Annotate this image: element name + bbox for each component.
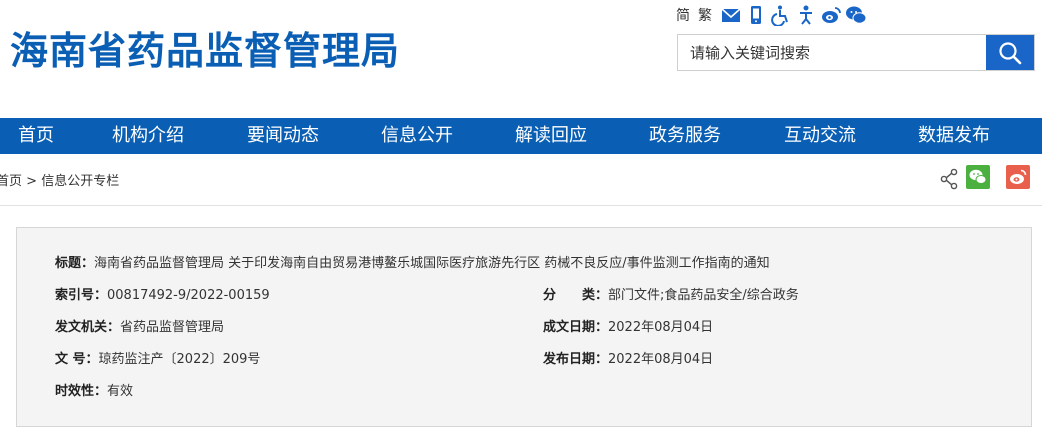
index-label: 索引号： xyxy=(55,288,108,303)
validity-label: 时效性： xyxy=(55,384,108,399)
weibo-icon[interactable] xyxy=(820,4,842,26)
nav-item-home[interactable]: 首页 xyxy=(18,118,54,154)
info-published-row: 发布日期：2022年08月04日 xyxy=(543,348,713,367)
nav-item-about[interactable]: 机构介绍 xyxy=(112,118,184,154)
nav-item-news[interactable]: 要闻动态 xyxy=(247,118,319,154)
category-label: 分 类： xyxy=(543,288,609,303)
breadcrumb-current-link[interactable]: 信息公开专栏 xyxy=(41,174,119,189)
breadcrumb-bar: 首页 > 信息公开专栏 xyxy=(0,160,1042,200)
index-value: 00817492-9/2022-00159 xyxy=(107,288,270,303)
nav-item-interpretation[interactable]: 解读回应 xyxy=(515,118,587,154)
lang-simplified-link[interactable]: 简 xyxy=(676,5,690,25)
search-input[interactable] xyxy=(678,35,986,70)
mail-icon[interactable] xyxy=(720,4,742,26)
site-title[interactable]: 海南省药品监督管理局 xyxy=(10,20,400,75)
top-toolbar: 简 繁 xyxy=(676,2,870,28)
search-button[interactable] xyxy=(986,35,1034,70)
lang-traditional-link[interactable]: 繁 xyxy=(698,5,712,25)
doc-number-label: 文 号： xyxy=(55,352,99,367)
wechat-icon[interactable] xyxy=(845,4,867,26)
share-weibo-icon[interactable] xyxy=(1006,165,1030,189)
issuer-value: 省药品监督管理局 xyxy=(120,320,225,335)
nav-item-disclosure[interactable]: 信息公开 xyxy=(381,118,453,154)
title-value: 海南省药品监督管理局 关于印发海南自由贸易港博鳌乐城国际医疗旅游先行区 药械不良… xyxy=(94,256,770,271)
main-nav: 首页 机构介绍 要闻动态 信息公开 解读回应 政务服务 互动交流 数据发布 xyxy=(0,118,1042,154)
created-date-label: 成文日期： xyxy=(543,320,609,335)
issuer-label: 发文机关： xyxy=(55,320,121,335)
title-label: 标题： xyxy=(55,256,95,271)
info-title-row: 标题：海南省药品监督管理局 关于印发海南自由贸易港博鳌乐城国际医疗旅游先行区 药… xyxy=(55,252,770,271)
header: 海南省药品监督管理局 简 繁 xyxy=(0,0,1042,118)
search-icon xyxy=(997,40,1023,66)
breadcrumb-home-link[interactable]: 首页 xyxy=(0,174,22,189)
nav-item-interaction[interactable]: 互动交流 xyxy=(784,118,856,154)
category-value: 部门文件;食品药品安全/综合政务 xyxy=(608,288,799,303)
accessibility-icon[interactable] xyxy=(770,4,792,26)
info-created-row: 成文日期：2022年08月04日 xyxy=(543,316,713,335)
validity-value: 有效 xyxy=(107,384,134,399)
nav-item-data[interactable]: 数据发布 xyxy=(918,118,990,154)
share-wechat-icon[interactable] xyxy=(966,165,990,189)
info-validity-row: 时效性：有效 xyxy=(55,380,133,399)
share-icon[interactable] xyxy=(938,167,960,191)
breadcrumb-separator: > xyxy=(26,174,38,189)
info-docno-row: 文 号：琼药监注产〔2022〕209号 xyxy=(55,348,260,367)
mobile-icon[interactable] xyxy=(745,4,767,26)
info-issuer-row: 发文机关：省药品监督管理局 xyxy=(55,316,224,335)
published-date-value: 2022年08月04日 xyxy=(608,352,714,367)
breadcrumb: 首页 > 信息公开专栏 xyxy=(0,170,119,189)
nav-item-services[interactable]: 政务服务 xyxy=(649,118,721,154)
doc-number-value: 琼药监注产〔2022〕209号 xyxy=(98,352,261,367)
elder-mode-icon[interactable] xyxy=(795,4,817,26)
info-category-row: 分 类：部门文件;食品药品安全/综合政务 xyxy=(543,284,799,303)
published-date-label: 发布日期： xyxy=(543,352,609,367)
document-info-panel: 标题：海南省药品监督管理局 关于印发海南自由贸易港博鳌乐城国际医疗旅游先行区 药… xyxy=(16,227,1032,427)
info-index-row: 索引号：00817492-9/2022-00159 xyxy=(55,284,270,303)
search-box xyxy=(677,34,1035,71)
created-date-value: 2022年08月04日 xyxy=(608,320,714,335)
